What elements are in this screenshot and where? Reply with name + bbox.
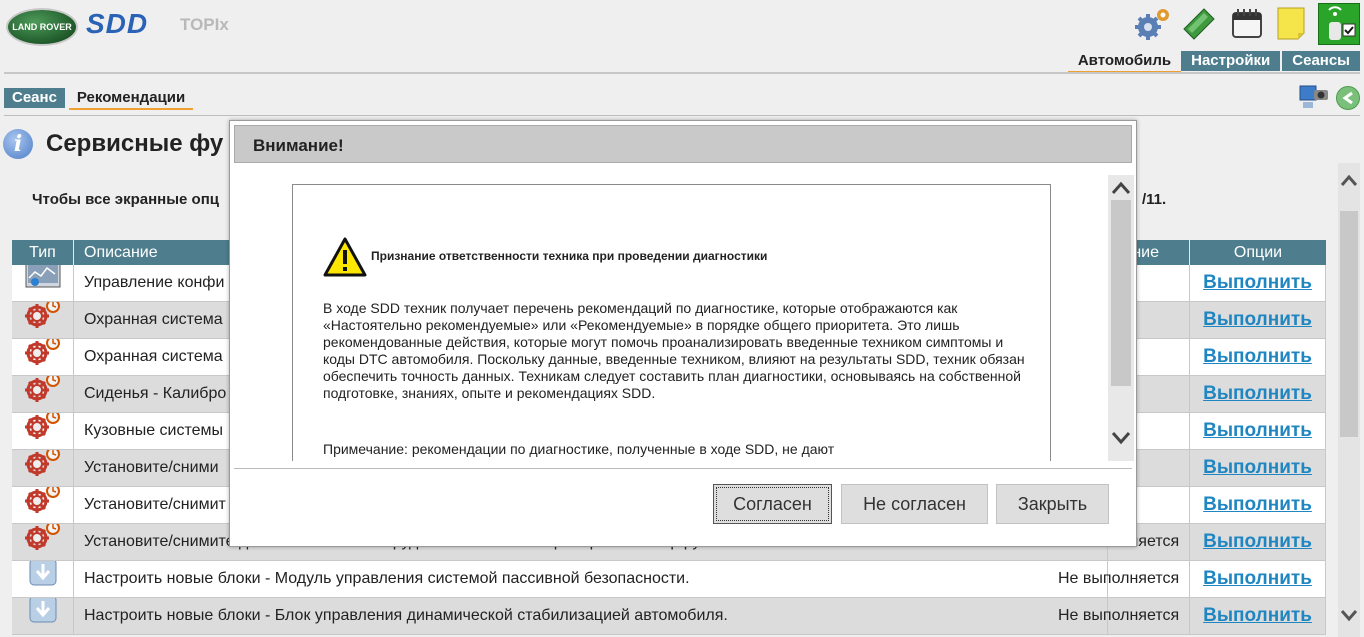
run-link[interactable]: Выполнить: [1203, 420, 1312, 441]
row-type-cell: [12, 302, 74, 338]
tab-sessions[interactable]: Сеансы: [1282, 51, 1360, 71]
intro-text-tail: /11.: [1142, 191, 1167, 208]
row-status: Не выполняется: [1048, 561, 1190, 597]
table-row: Настроить новые блоки - Блок управления …: [12, 598, 1326, 635]
row-options: Выполнить: [1190, 524, 1326, 560]
dialog-scroll-up-icon[interactable]: [1111, 181, 1131, 195]
row-options: Выполнить: [1190, 339, 1326, 375]
row-type-cell: [12, 265, 74, 301]
column-type[interactable]: Тип: [12, 240, 74, 265]
gear-clock-icon: [23, 487, 63, 523]
gear-clock-icon: [23, 413, 63, 449]
row-type-cell: [12, 376, 74, 412]
gear-clock-icon: [23, 339, 63, 375]
sub-navigation: Сеанс Рекомендации: [4, 88, 194, 110]
back-arrow-icon[interactable]: [1336, 86, 1360, 110]
dialog-content: Признание ответственности техника при пр…: [292, 184, 1051, 461]
run-link[interactable]: Выполнить: [1203, 568, 1312, 589]
page-scroll-thumb[interactable]: [1340, 211, 1358, 437]
camera-icon[interactable]: [1298, 82, 1330, 110]
scroll-down-icon[interactable]: [1340, 609, 1358, 623]
run-link[interactable]: Выполнить: [1203, 272, 1312, 293]
connection-status-icon[interactable]: [1318, 3, 1360, 45]
row-type-cell: [12, 413, 74, 449]
dialog-scroll-thumb[interactable]: [1111, 200, 1131, 386]
sdd-logo: SDD: [86, 8, 149, 39]
run-link[interactable]: Выполнить: [1203, 457, 1312, 478]
warning-icon: [323, 237, 367, 277]
land-rover-logo: LAND ROVER: [6, 8, 78, 46]
row-type-cell: [12, 339, 74, 375]
page-scrollbar[interactable]: [1338, 163, 1360, 637]
row-options: Выполнить: [1190, 302, 1326, 338]
row-type-cell: [12, 487, 74, 523]
gears-icon[interactable]: [1134, 5, 1172, 41]
battery-icon[interactable]: [1180, 5, 1218, 41]
tab-recommendations[interactable]: Рекомендации: [68, 88, 194, 110]
row-type-cell: [12, 561, 74, 597]
disagree-button[interactable]: Не согласен: [841, 484, 988, 524]
run-link[interactable]: Выполнить: [1203, 494, 1312, 515]
row-options: Выполнить: [1190, 487, 1326, 523]
row-options: Выполнить: [1190, 598, 1326, 634]
info-icon: i: [3, 129, 33, 159]
run-link[interactable]: Выполнить: [1203, 605, 1312, 626]
topix-label[interactable]: TOPIx: [180, 15, 229, 35]
run-link[interactable]: Выполнить: [1203, 531, 1312, 552]
warning-note: Примечание: рекомендации по диагностике,…: [323, 441, 835, 457]
close-button[interactable]: Закрыть: [996, 484, 1109, 524]
attention-dialog: Внимание! Признание ответственности техн…: [229, 120, 1137, 547]
dialog-scroll-down-icon[interactable]: [1111, 431, 1131, 445]
intro-text: Чтобы все экранные опц: [32, 191, 219, 208]
monitor-config-icon: [25, 265, 61, 301]
row-options: Выполнить: [1190, 450, 1326, 486]
row-type-cell: [12, 524, 74, 560]
row-description: Настроить новые блоки - Модуль управлени…: [74, 561, 1108, 597]
run-link[interactable]: Выполнить: [1203, 309, 1312, 330]
row-options: Выполнить: [1190, 376, 1326, 412]
run-link[interactable]: Выполнить: [1203, 346, 1312, 367]
row-options: Выполнить: [1190, 265, 1326, 301]
top-navigation: Автомобиль Настройки Сеансы: [1067, 51, 1360, 73]
logo-text: LAND ROVER: [12, 21, 72, 32]
table-row: Настроить новые блоки - Модуль управлени…: [12, 561, 1326, 598]
row-options: Выполнить: [1190, 413, 1326, 449]
row-options: Выполнить: [1190, 561, 1326, 597]
page-title: Сервисные фу: [46, 130, 224, 157]
warning-paragraph: В ходе SDD техник получает перечень реко…: [323, 300, 1025, 401]
header-divider: [4, 72, 1360, 74]
gear-clock-icon: [23, 376, 63, 412]
dialog-header: Внимание!: [234, 125, 1132, 163]
row-status: Не выполняется: [1048, 598, 1190, 634]
gear-clock-icon: [23, 450, 63, 486]
dialog-title: Внимание!: [253, 136, 344, 155]
run-link[interactable]: Выполнить: [1203, 383, 1312, 404]
dialog-divider: [234, 468, 1132, 469]
row-type-cell: [12, 598, 74, 634]
row-type-cell: [12, 450, 74, 486]
row-description: Настроить новые блоки - Блок управления …: [74, 598, 1108, 634]
warning-title: Признание ответственности техника при пр…: [371, 249, 768, 263]
scroll-up-icon[interactable]: [1340, 173, 1358, 187]
download-module-icon: [28, 598, 58, 634]
gear-clock-icon: [23, 524, 63, 560]
tab-session[interactable]: Сеанс: [4, 88, 65, 108]
tab-vehicle[interactable]: Автомобиль: [1067, 51, 1182, 73]
column-options[interactable]: Опции: [1190, 240, 1326, 265]
dialog-scrollbar[interactable]: [1108, 175, 1134, 461]
tab-settings[interactable]: Настройки: [1181, 51, 1283, 71]
download-module-icon: [28, 561, 58, 597]
gear-clock-icon: [23, 302, 63, 338]
subnav-divider: [4, 115, 1360, 116]
calendar-icon[interactable]: [1228, 5, 1266, 41]
agree-button[interactable]: Согласен: [713, 484, 832, 524]
notes-icon[interactable]: [1272, 5, 1310, 41]
